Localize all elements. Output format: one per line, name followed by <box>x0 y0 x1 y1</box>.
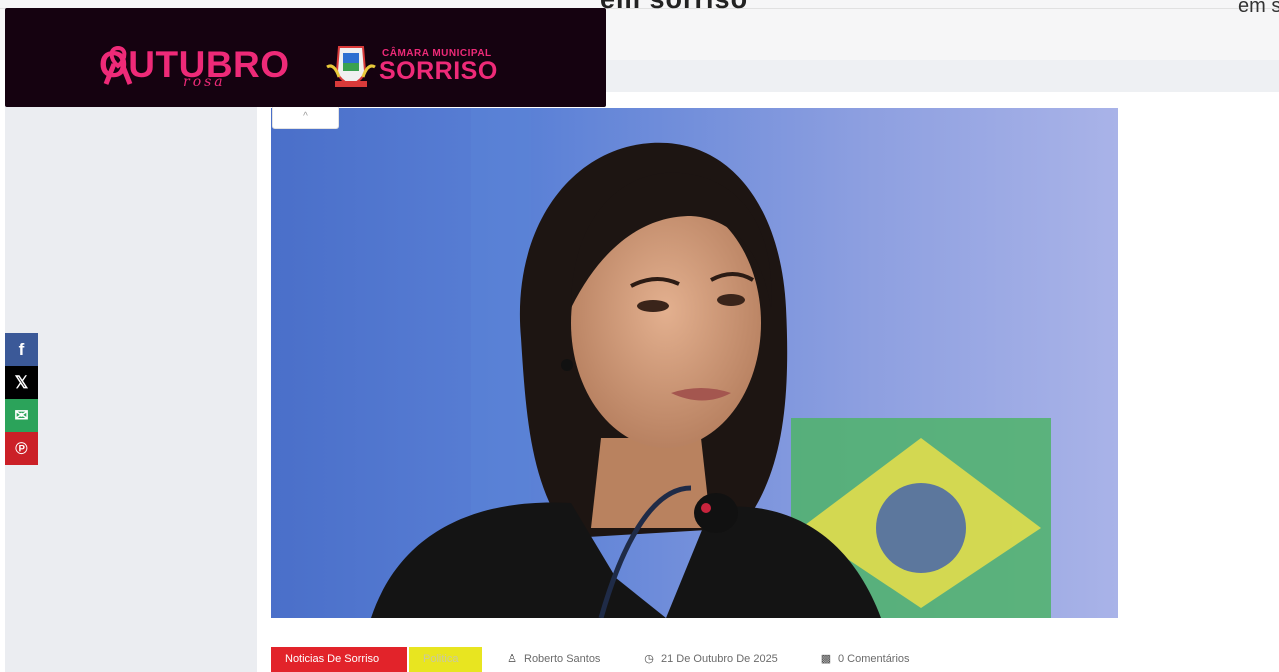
category-tag-politica[interactable]: Politica <box>409 647 482 672</box>
x-icon: 𝕏 <box>14 373 29 392</box>
article-title-fragment: em sorriso <box>600 0 748 15</box>
x-share-button[interactable]: 𝕏 <box>5 366 38 399</box>
publish-date: 21 De Outubro De 2025 <box>661 653 778 665</box>
comments-meta[interactable]: ▩ 0 Comentários <box>820 653 910 666</box>
facebook-icon: f <box>18 340 25 359</box>
clock-icon: ◷ <box>644 653 654 665</box>
article-meta: Noticias De Sorriso Politica ♙ Roberto Sa… <box>271 647 971 672</box>
social-share-bar: f 𝕏 ✉ ℗ <box>5 333 38 465</box>
date-meta: ◷ 21 De Outubro De 2025 <box>643 653 778 666</box>
nav-band <box>606 60 1279 92</box>
author-meta[interactable]: ♙ Roberto Santos <box>506 653 600 666</box>
ad-rosa-text: rosa <box>183 74 226 90</box>
collapse-banner-button[interactable]: ^ <box>272 106 339 129</box>
facebook-share-button[interactable]: f <box>5 333 38 366</box>
featured-image <box>271 108 1118 618</box>
email-share-button[interactable]: ✉ <box>5 399 38 432</box>
comment-icon: ▩ <box>820 653 832 665</box>
ad-banner[interactable]: OUTUBRO rosa CÂMARA MUNICIPAL SORRISO <box>5 8 606 107</box>
header-text-fragment: em s <box>1238 0 1279 17</box>
pinterest-icon: ℗ <box>15 439 28 458</box>
comment-count: 0 Comentários <box>838 653 910 665</box>
envelope-icon: ✉ <box>14 406 29 425</box>
category-tag-noticias[interactable]: Noticias De Sorriso <box>271 647 407 672</box>
chevron-up-icon: ^ <box>303 111 308 122</box>
pinterest-share-button[interactable]: ℗ <box>5 432 38 465</box>
author-name: Roberto Santos <box>524 653 601 665</box>
municipal-crest-icon <box>326 46 376 87</box>
user-icon: ♙ <box>507 653 517 665</box>
left-sidebar <box>5 92 257 672</box>
page: em sorriso em s <box>0 0 1279 672</box>
ad-sorriso-label: SORRISO <box>379 57 498 85</box>
